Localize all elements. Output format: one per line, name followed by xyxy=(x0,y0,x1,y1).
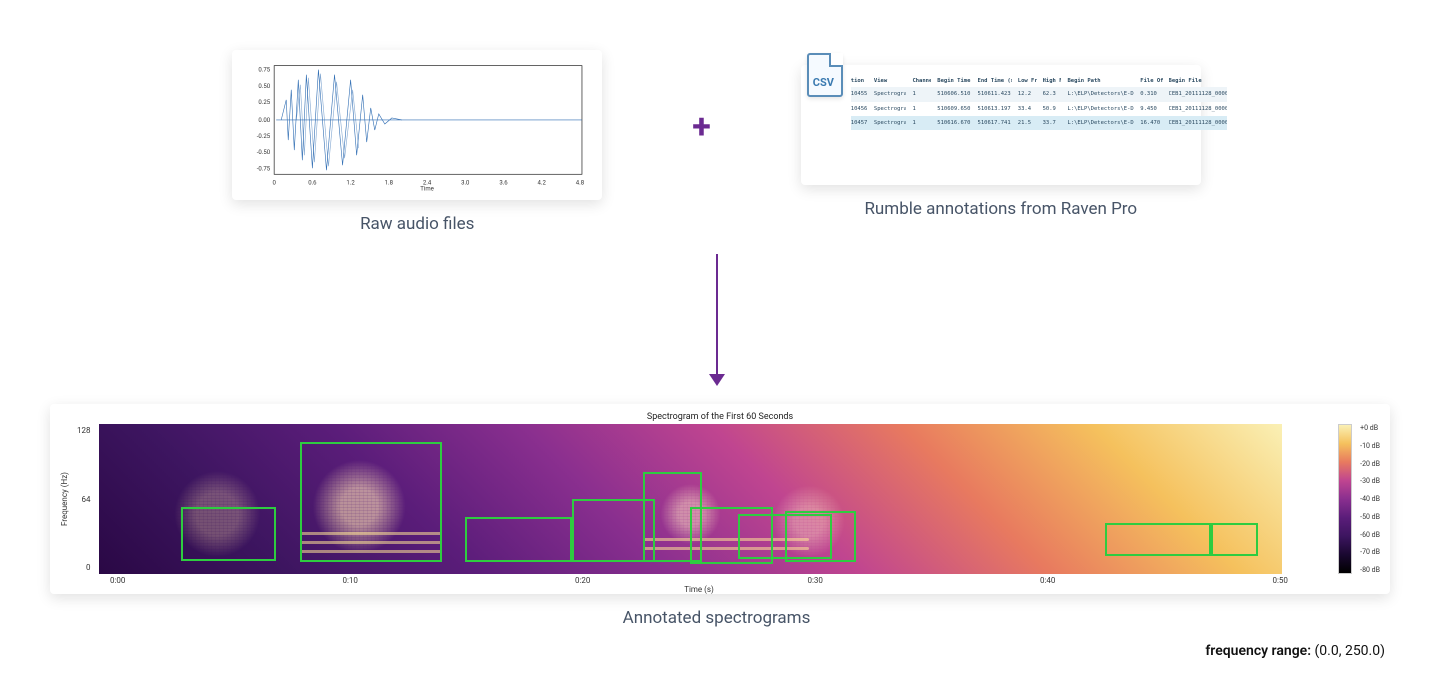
spectrogram-ylabel: Frequency (Hz) xyxy=(60,424,69,574)
annotation-bbox xyxy=(465,517,572,562)
spectrogram-xlabel: Time (s) xyxy=(108,585,1290,594)
svg-text:-0.25: -0.25 xyxy=(257,133,271,140)
svg-text:0.25: 0.25 xyxy=(259,99,271,106)
csv-caption: Rumble annotations from Raven Pro xyxy=(864,199,1137,219)
annotation-bbox xyxy=(785,511,856,562)
waveform-card: 0.75 0.50 0.25 0.00 -0.25 -0.50 -0.75 0 xyxy=(232,50,602,200)
svg-text:-0.75: -0.75 xyxy=(257,165,271,172)
annotation-bbox xyxy=(1211,523,1258,556)
spectrogram-xticks: 0:00 0:10 0:20 0:30 0:40 0:50 xyxy=(108,576,1290,585)
svg-text:4.8: 4.8 xyxy=(576,179,585,186)
flow-arrow xyxy=(50,254,1383,384)
plus-icon: + xyxy=(692,107,711,147)
waveform-block: 0.75 0.50 0.25 0.00 -0.25 -0.50 -0.75 0 xyxy=(232,50,602,234)
svg-text:3.6: 3.6 xyxy=(500,179,509,186)
csv-table: tion View Channel Begin Time (s) End Tim… xyxy=(851,77,1227,130)
waveform-caption: Raw audio files xyxy=(360,214,474,234)
svg-text:1.8: 1.8 xyxy=(385,179,394,186)
svg-text:0.75: 0.75 xyxy=(259,67,271,74)
csv-block: CSV tion View Channel Begin Time (s) End… xyxy=(801,65,1201,219)
svg-text:0.50: 0.50 xyxy=(259,83,271,90)
spectrogram-title: Spectrogram of the First 60 Seconds xyxy=(60,412,1380,422)
table-row: 10456 Spectrogram 1 1 510609.650 510613.… xyxy=(851,102,1227,116)
waveform-plot: 0.75 0.50 0.25 0.00 -0.25 -0.50 -0.75 0 xyxy=(246,58,588,192)
svg-text:4.2: 4.2 xyxy=(538,179,547,186)
spectrogram-card: Spectrogram of the First 60 Seconds Freq… xyxy=(50,404,1390,594)
csv-card: CSV tion View Channel Begin Time (s) End… xyxy=(801,65,1201,185)
svg-text:0.00: 0.00 xyxy=(259,117,271,124)
spectrogram-canvas xyxy=(99,424,1283,574)
svg-text:Time: Time xyxy=(421,185,435,192)
table-row: 10457 Spectrogram 1 1 510616.670 510617.… xyxy=(851,116,1227,130)
annotation-bbox xyxy=(181,507,276,561)
arrow-down-icon xyxy=(716,254,718,384)
annotation-bbox xyxy=(300,442,442,562)
annotation-bbox xyxy=(1105,523,1212,556)
spectrogram-yticks: 128 64 0 xyxy=(77,424,91,574)
colorbar xyxy=(1338,424,1352,574)
csv-file-icon: CSV xyxy=(807,53,843,97)
svg-text:-0.50: -0.50 xyxy=(257,149,271,156)
svg-text:3.0: 3.0 xyxy=(461,179,470,186)
top-input-row: 0.75 0.50 0.25 0.00 -0.25 -0.50 -0.75 0 xyxy=(50,50,1383,234)
spectrogram-caption: Annotated spectrograms xyxy=(50,608,1383,628)
colorbar-ticks: +0 dB -10 dB -20 dB -30 dB -40 dB -50 dB… xyxy=(1360,424,1380,574)
svg-text:0.6: 0.6 xyxy=(308,179,317,186)
svg-text:1.2: 1.2 xyxy=(347,179,356,186)
frequency-range: frequency range: (0.0, 250.0) xyxy=(1205,643,1385,659)
table-row: 10455 Spectrogram 1 1 510606.510 510611.… xyxy=(851,87,1227,101)
svg-text:0: 0 xyxy=(273,179,277,186)
